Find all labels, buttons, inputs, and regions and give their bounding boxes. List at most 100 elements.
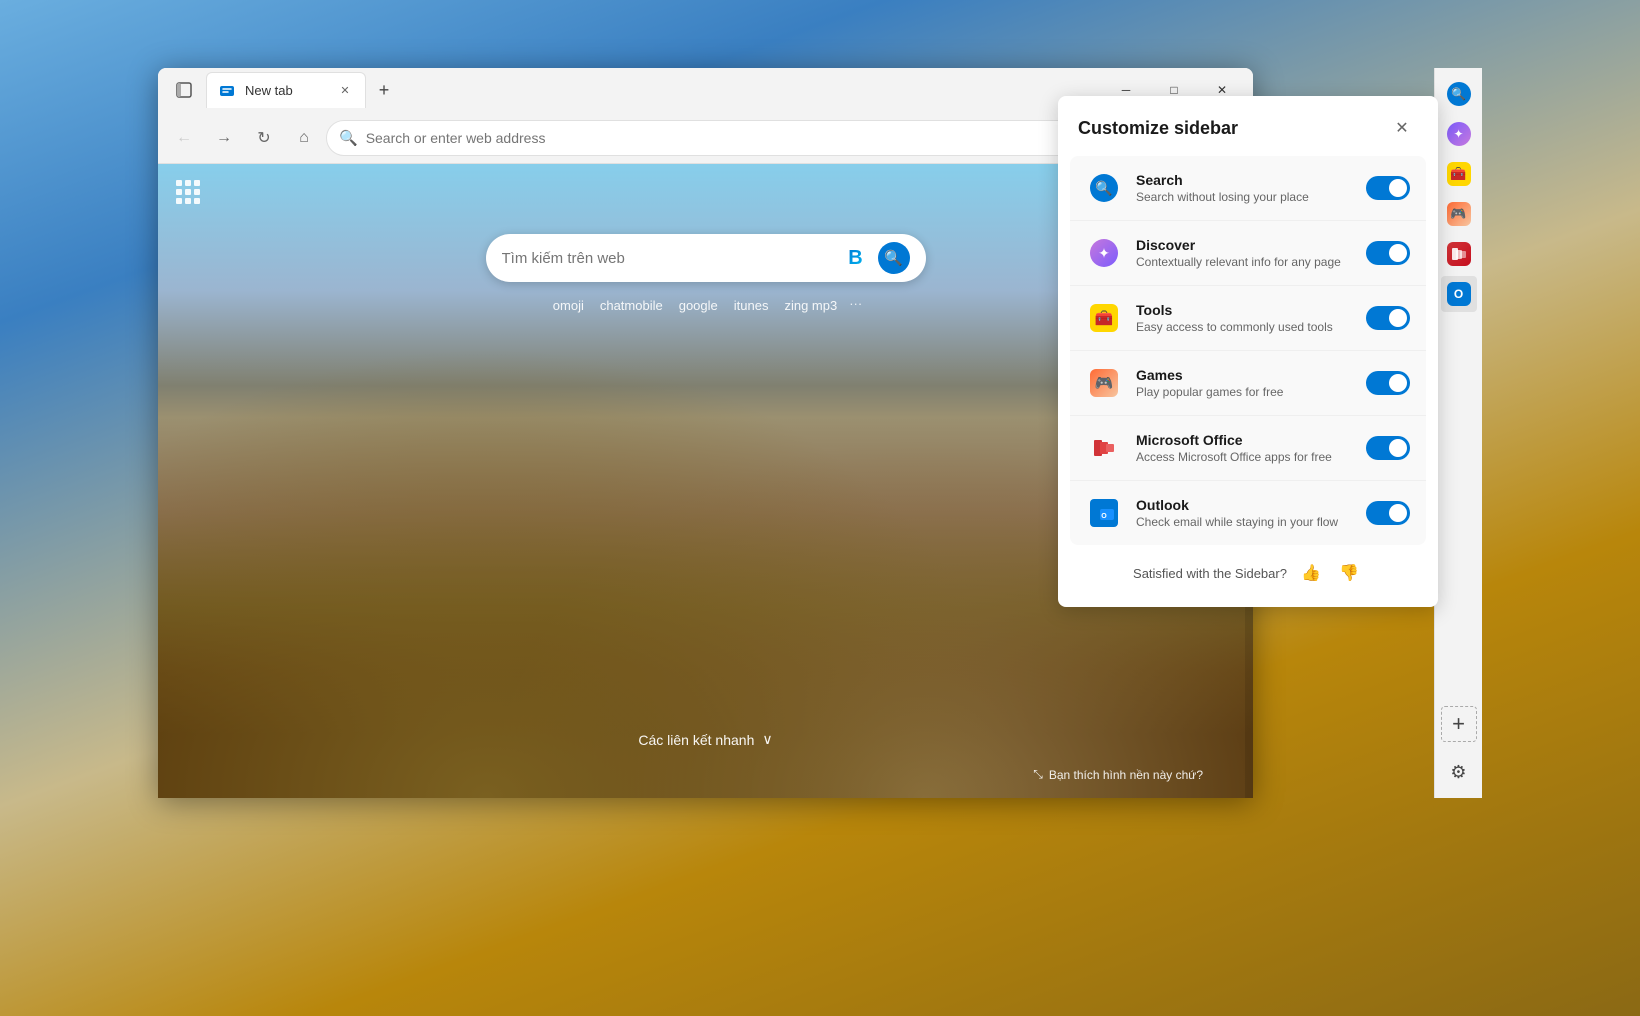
discover-sparkle-icon: ✦ (1090, 239, 1118, 267)
toggle-thumb (1389, 439, 1407, 457)
toggle-thumb (1389, 374, 1407, 392)
search-item-icon: 🔍 (1086, 170, 1122, 206)
quick-link-google[interactable]: google (675, 296, 722, 315)
customize-sidebar-panel: Customize sidebar ✕ 🔍 Search Search with… (1058, 96, 1438, 607)
discover-toggle[interactable] (1366, 241, 1410, 265)
ntp-apps-button[interactable] (172, 176, 204, 208)
office-logo-icon (1090, 434, 1118, 462)
outlook-toggle[interactable] (1366, 501, 1410, 525)
quick-links-section[interactable]: Các liên kết nhanh ∨ (638, 731, 772, 748)
thumbs-up-button[interactable]: 👍 (1297, 559, 1325, 587)
search-box[interactable]: B 🔍 (486, 234, 926, 282)
office-item-icon (1086, 430, 1122, 466)
new-tab-button[interactable]: + (368, 74, 400, 106)
outlook-item-icon: O (1086, 495, 1122, 531)
sidebar-item-tools: 🧰 Tools Easy access to commonly used too… (1070, 286, 1426, 351)
thumbs-down-button[interactable]: 👎 (1335, 559, 1363, 587)
discover-item-desc: Contextually relevant info for any page (1136, 255, 1352, 269)
edge-sidebar-bottom-settings-button[interactable]: ⚙ (1441, 754, 1477, 790)
forward-button[interactable]: → (206, 120, 242, 156)
copilot-icon: ✦ (1447, 122, 1471, 146)
search-input[interactable] (502, 250, 834, 267)
edge-sidebar-search-button[interactable]: 🔍 (1441, 76, 1477, 112)
sidebar-panel-close-button[interactable]: ✕ (1386, 112, 1418, 144)
tools-item-icon: 🧰 (1086, 300, 1122, 336)
grid-dot (194, 198, 200, 204)
home-button[interactable]: ⌂ (286, 120, 322, 156)
sidebar-item-outlook: O Outlook Check email while staying in y… (1070, 481, 1426, 545)
grid-dot (185, 198, 191, 204)
quick-link-more[interactable]: ··· (849, 296, 862, 315)
edge-sidebar: 🔍 ✦ 🧰 🎮 O + ⚙ (1434, 68, 1482, 798)
grid-dot (185, 180, 191, 186)
search-submit-button[interactable]: 🔍 (878, 242, 910, 274)
tab-favicon (217, 81, 237, 101)
refresh-button[interactable]: ↻ (246, 120, 282, 156)
grid-dot (185, 189, 191, 195)
sidebar-item-office: Microsoft Office Access Microsoft Office… (1070, 416, 1426, 481)
toggle-thumb (1389, 179, 1407, 197)
outlook-item-text: Outlook Check email while staying in you… (1136, 497, 1352, 529)
bing-b-letter: B (848, 247, 862, 270)
edge-sidebar-office-button[interactable] (1441, 236, 1477, 272)
outlook-item-name: Outlook (1136, 497, 1352, 513)
back-button[interactable]: ← (166, 120, 202, 156)
discover-item-name: Discover (1136, 237, 1352, 253)
outlook-item-desc: Check email while staying in your flow (1136, 515, 1352, 529)
address-bar[interactable]: 🔍 ☆ ⚙ (326, 120, 1131, 156)
wallpaper-label-text: Bạn thích hình nền này chứ? (1049, 768, 1203, 782)
bing-logo-icon: B (844, 246, 868, 270)
games-item-text: Games Play popular games for free (1136, 367, 1352, 399)
toggle-thumb (1389, 504, 1407, 522)
edge-search-icon: 🔍 (1447, 82, 1471, 106)
search-item-name: Search (1136, 172, 1352, 188)
grid-dot (194, 189, 200, 195)
sidebar-panel-header: Customize sidebar ✕ (1058, 96, 1438, 156)
feedback-label: Satisfied with the Sidebar? (1133, 566, 1287, 581)
discover-item-icon: ✦ (1086, 235, 1122, 271)
sidebar-item-search: 🔍 Search Search without losing your plac… (1070, 156, 1426, 221)
grid-dot (176, 189, 182, 195)
edge-sidebar-add-button[interactable]: + (1441, 706, 1477, 742)
toggle-thumb (1389, 309, 1407, 327)
toggle-thumb (1389, 244, 1407, 262)
expand-icon: ⤡ (1033, 767, 1043, 782)
tools-item-name: Tools (1136, 302, 1352, 318)
edge-office-icon (1447, 242, 1471, 266)
address-search-icon: 🔍 (339, 129, 358, 147)
games-toggle[interactable] (1366, 371, 1410, 395)
tab-area: New tab ✕ + (206, 72, 1099, 108)
tools-item-desc: Easy access to commonly used tools (1136, 320, 1352, 334)
tab-close-button[interactable]: ✕ (335, 81, 355, 101)
tab-label: New tab (245, 83, 329, 98)
edge-sidebar-games-button[interactable]: 🎮 (1441, 196, 1477, 232)
sidebar-feedback: Satisfied with the Sidebar? 👍 👎 (1058, 545, 1438, 591)
active-tab[interactable]: New tab ✕ (206, 72, 366, 108)
office-item-text: Microsoft Office Access Microsoft Office… (1136, 432, 1352, 464)
search-item-desc: Search without losing your place (1136, 190, 1352, 204)
office-toggle[interactable] (1366, 436, 1410, 460)
edge-sidebar-outlook-button[interactable]: O (1441, 276, 1477, 312)
quick-link-itunes[interactable]: itunes (730, 296, 773, 315)
edge-outlook-icon: O (1447, 282, 1471, 306)
edge-tools-icon: 🧰 (1447, 162, 1471, 186)
grid-dot (176, 198, 182, 204)
search-container: B 🔍 (486, 234, 926, 282)
tools-toggle[interactable] (1366, 306, 1410, 330)
svg-text:O: O (1101, 513, 1107, 520)
quick-link-omoji[interactable]: omoji (549, 296, 588, 315)
office-item-name: Microsoft Office (1136, 432, 1352, 448)
quick-links-bar: omoji chatmobile google itunes zing mp3 … (549, 296, 862, 315)
quick-link-chatmobile[interactable]: chatmobile (596, 296, 667, 315)
address-input[interactable] (366, 130, 1050, 146)
edge-sidebar-tools-button[interactable]: 🧰 (1441, 156, 1477, 192)
wallpaper-label[interactable]: ⤡ Bạn thích hình nền này chứ? (1033, 767, 1203, 782)
quick-links-chevron-icon: ∨ (762, 731, 772, 748)
sidebar-item-games: 🎮 Games Play popular games for free (1070, 351, 1426, 416)
sidebar-toggle-button[interactable] (166, 72, 202, 108)
edge-sidebar-copilot-button[interactable]: ✦ (1441, 116, 1477, 152)
search-toggle[interactable] (1366, 176, 1410, 200)
tools-item-text: Tools Easy access to commonly used tools (1136, 302, 1352, 334)
quick-links-label: Các liên kết nhanh (638, 732, 754, 748)
quick-link-zingmp3[interactable]: zing mp3 (780, 296, 841, 315)
